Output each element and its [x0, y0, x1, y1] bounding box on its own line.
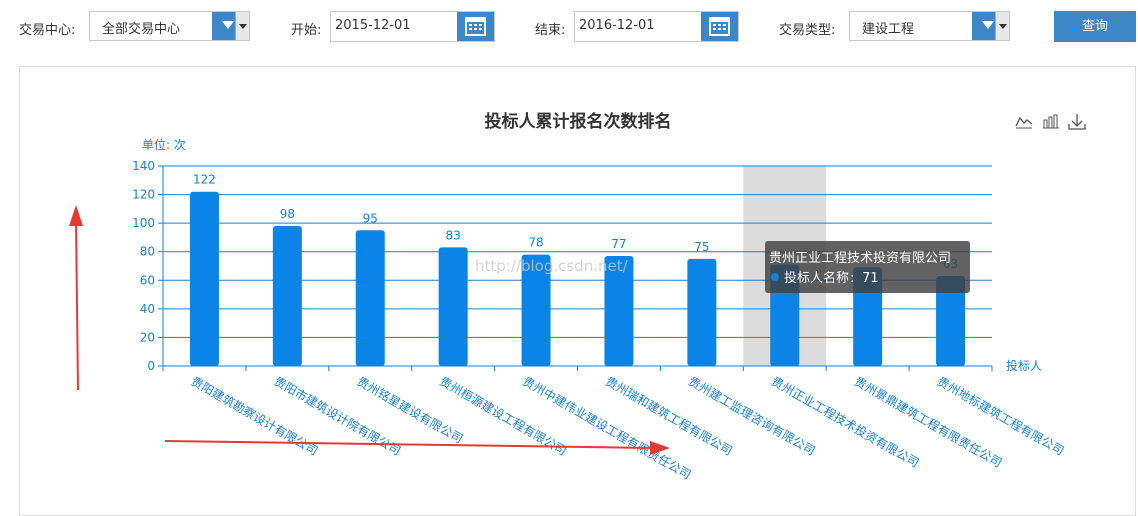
tooltip-title: 贵州正业工程技术投资有限公司 — [769, 250, 951, 266]
y-tick-label: 0 — [147, 359, 155, 373]
tooltip-value: 71 — [862, 271, 879, 286]
tooltip-separator: : — [850, 271, 854, 286]
y-tick-label: 20 — [140, 330, 155, 344]
bar — [438, 247, 468, 366]
data-label: 83 — [446, 228, 461, 242]
y-tick-label: 140 — [132, 159, 155, 173]
data-label: 75 — [694, 240, 709, 254]
watermark: http://blog.csdn.net/ — [475, 257, 629, 275]
chart-tooltip: 贵州正业工程技术投资有限公司 投标人名称 : 71 — [765, 241, 970, 293]
data-label: 78 — [528, 236, 543, 250]
y-tick-label: 100 — [132, 216, 155, 230]
bar — [687, 258, 717, 366]
y-tick-label: 80 — [140, 245, 155, 259]
x-tick-label: 贵州中建伟业建设工程有限责任公司 — [520, 373, 694, 482]
bar — [272, 226, 302, 366]
red-arrow-right — [164, 440, 670, 455]
tooltip-series-name: 投标人名称 — [784, 270, 849, 286]
chart-title: 投标人累计报名次数排名 — [485, 111, 672, 132]
y-tick-label: 40 — [140, 302, 155, 316]
data-label: 122 — [193, 173, 216, 187]
y-tick-label: 60 — [140, 273, 155, 287]
red-arrow-up — [69, 205, 83, 391]
x-tick-label: 贵州正业工程技术投资有限公司 — [769, 373, 922, 470]
x-tick-label: 贵州景鼎建筑工程有限责任公司 — [852, 373, 1005, 470]
bar-chart: 投标人累计报名次数排名 单位: 次 投标人 0 20 40 60 80 100 120 140… — [69, 111, 1067, 482]
y-axis-unit-label: 单位: 次 — [142, 137, 186, 152]
tooltip-series-marker — [771, 273, 779, 281]
data-label: 95 — [363, 211, 378, 225]
data-label: 77 — [611, 237, 626, 251]
bar — [355, 230, 385, 366]
y-tick-label: 120 — [132, 188, 155, 202]
bar — [189, 191, 219, 366]
data-label: 98 — [280, 207, 295, 221]
x-axis-name-label: 投标人 — [1006, 358, 1042, 373]
